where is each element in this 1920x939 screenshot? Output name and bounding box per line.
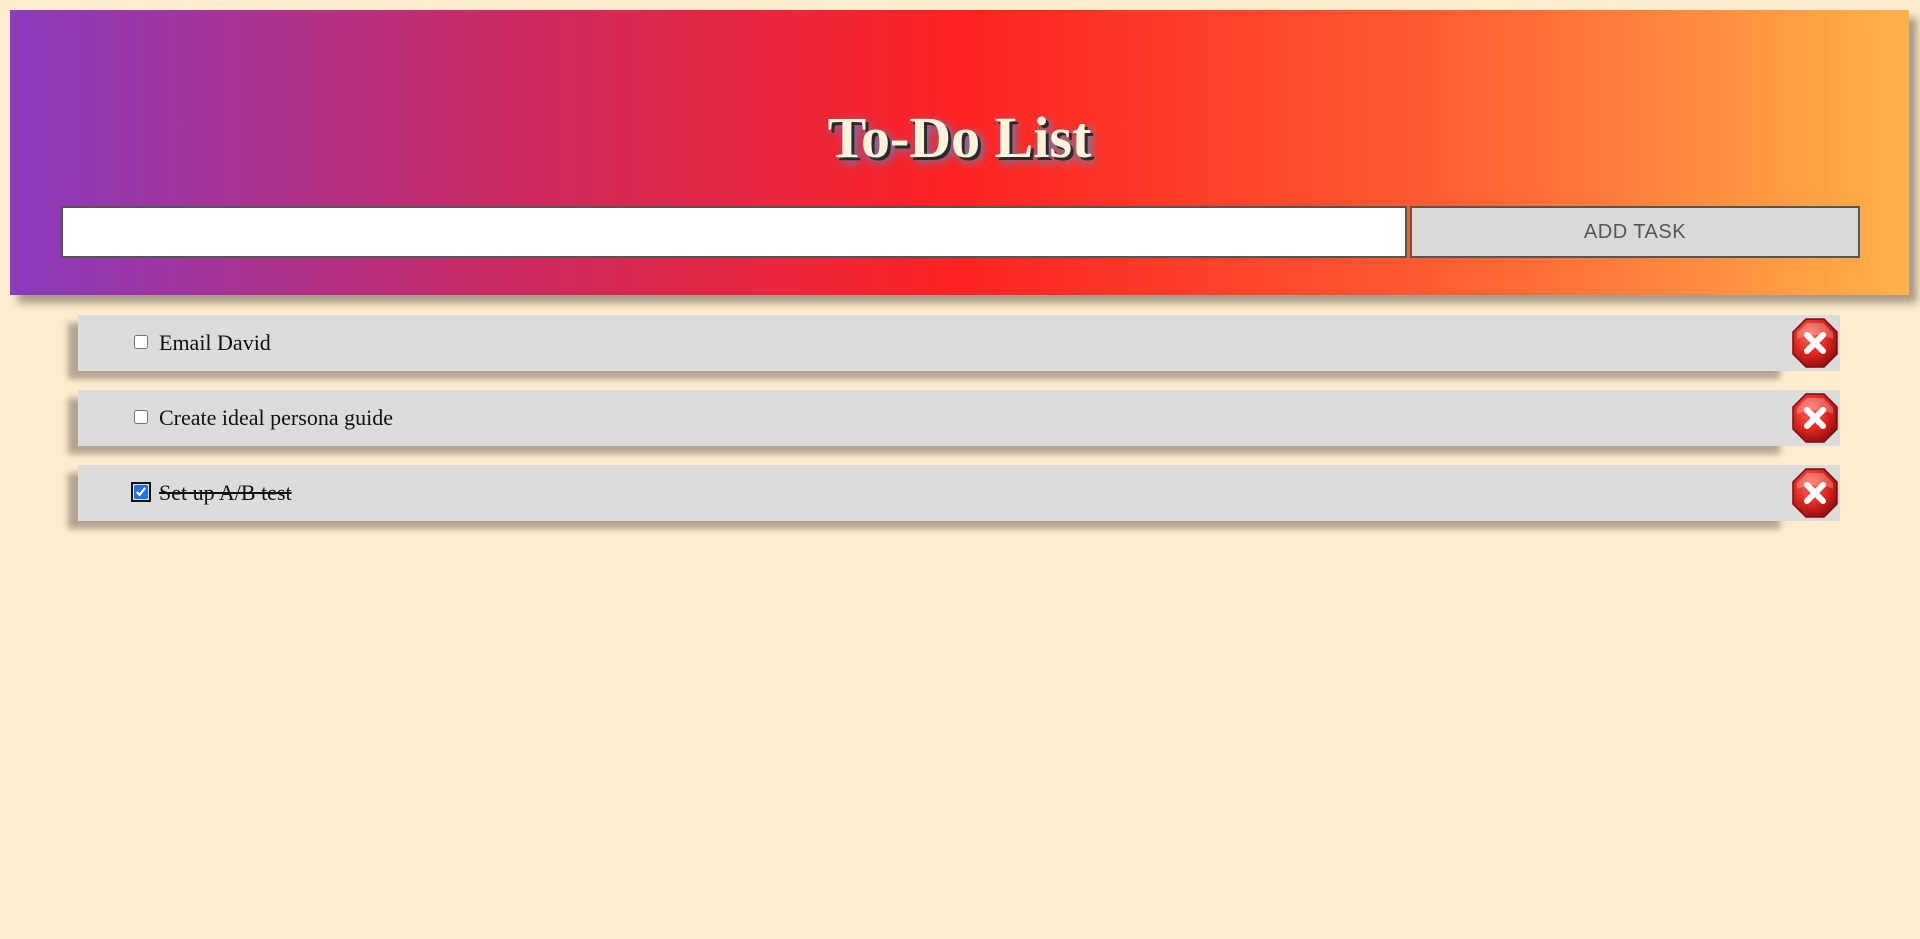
- close-x-icon: [1792, 318, 1838, 368]
- task-checkbox[interactable]: [131, 482, 151, 502]
- close-x-icon: [1792, 393, 1838, 443]
- new-task-input[interactable]: [61, 206, 1407, 258]
- add-task-button[interactable]: ADD TASK: [1410, 206, 1860, 258]
- page-title: To-Do List: [827, 105, 1092, 170]
- task-checkbox[interactable]: [134, 410, 148, 424]
- task-item: Create ideal persona guide: [78, 390, 1840, 446]
- task-text: Create ideal persona guide: [159, 405, 393, 430]
- task-item: Set up A/B test: [78, 465, 1840, 521]
- delete-task-button[interactable]: [1790, 315, 1840, 371]
- delete-task-button[interactable]: [1790, 465, 1840, 521]
- header-banner: To-Do List ADD TASK: [10, 10, 1909, 295]
- delete-task-button[interactable]: [1790, 390, 1840, 446]
- task-item: Email David: [78, 315, 1840, 371]
- task-text: Set up A/B test: [159, 480, 292, 505]
- todo-app: To-Do List ADD TASK Email David Create i…: [0, 0, 1920, 939]
- close-x-icon: [1792, 468, 1838, 518]
- task-checkbox[interactable]: [134, 335, 148, 349]
- task-text: Email David: [159, 330, 271, 355]
